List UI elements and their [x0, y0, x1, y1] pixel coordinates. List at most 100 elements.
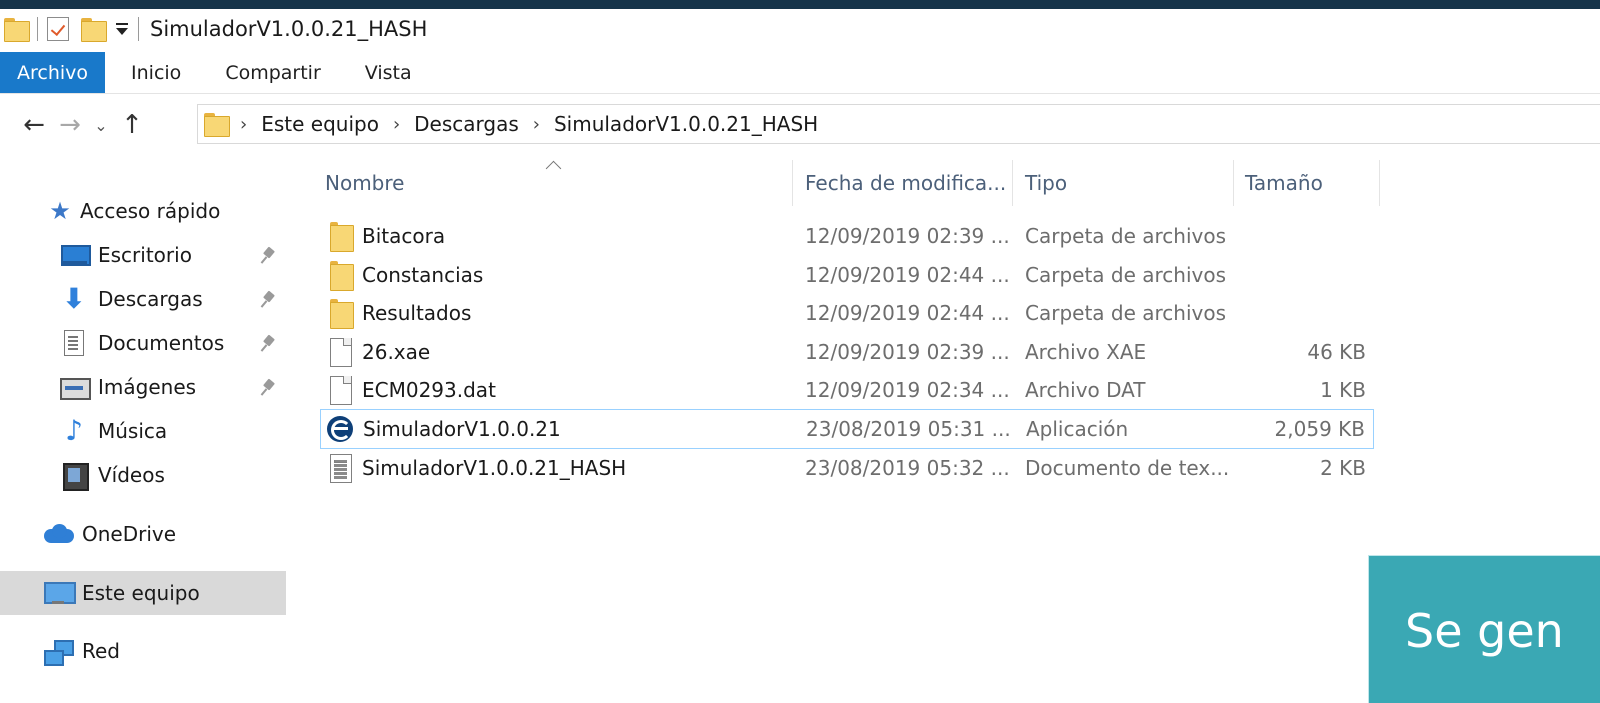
ribbon-tabs: Archivo Inicio Compartir Vista — [0, 52, 1600, 94]
file-type: Carpeta de archivos — [1025, 301, 1227, 325]
film-icon — [60, 462, 89, 491]
sidebar-item-label: Documentos — [98, 331, 225, 355]
file-size: 2,059 KB — [1274, 417, 1365, 441]
file-name: ECM0293.dat — [362, 378, 496, 402]
network-icon — [44, 638, 74, 666]
navigation-row: ← → ⌄ ↑ › Este equipo › Descargas › Simu… — [0, 104, 1600, 146]
column-divider[interactable] — [1379, 160, 1380, 206]
pin-icon[interactable] — [260, 335, 278, 353]
navigation-pane: ★ Acceso rápido Escritorio ⬇ Descargas D… — [0, 160, 292, 703]
file-date: 12/09/2019 02:34 ... — [805, 378, 1010, 402]
file-date: 12/09/2019 02:44 ... — [805, 263, 1010, 287]
sidebar-item-label: Descargas — [98, 287, 203, 311]
download-arrow-icon: ⬇ — [62, 282, 86, 315]
file-date: 12/09/2019 02:39 ... — [805, 340, 1010, 364]
up-arrow-icon[interactable]: ↑ — [114, 105, 150, 145]
file-name: Bitacora — [362, 224, 446, 248]
file-date: 12/09/2019 02:39 ... — [805, 224, 1010, 248]
tab-archivo[interactable]: Archivo — [0, 52, 106, 93]
new-folder-icon[interactable] — [81, 18, 107, 42]
file-row[interactable]: Resultados 12/09/2019 02:44 ... Carpeta … — [322, 294, 1374, 332]
customize-toolbar-dropdown-icon[interactable] — [115, 22, 129, 36]
file-size: 46 KB — [1307, 340, 1366, 364]
breadcrumb-current-folder[interactable]: SimuladorV1.0.0.21_HASH — [554, 112, 818, 136]
file-icon — [330, 376, 352, 405]
back-arrow-icon[interactable]: ← — [16, 105, 52, 145]
document-icon — [60, 330, 88, 356]
column-header-fecha[interactable]: Fecha de modifica... — [805, 160, 1006, 206]
file-name: Resultados — [362, 301, 472, 325]
sidebar-item-label: Vídeos — [98, 463, 165, 487]
chevron-right-icon[interactable]: › — [393, 114, 400, 135]
folder-icon — [330, 261, 354, 291]
sidebar-item-videos[interactable]: Vídeos — [60, 456, 165, 494]
title-bar: SimuladorV1.0.0.21_HASH — [0, 9, 1600, 49]
file-name: SimuladorV1.0.0.21_HASH — [362, 456, 627, 480]
file-row-selected[interactable]: SimuladorV1.0.0.21 23/08/2019 05:31 ... … — [320, 409, 1374, 449]
window-title: SimuladorV1.0.0.21_HASH — [150, 17, 428, 41]
file-row[interactable]: 26.xae 12/09/2019 02:39 ... Archivo XAE … — [322, 333, 1374, 371]
column-divider[interactable] — [1233, 160, 1234, 206]
breadcrumb-este-equipo[interactable]: Este equipo — [261, 112, 379, 136]
star-icon: ★ — [49, 197, 71, 225]
sidebar-item-label: Red — [82, 639, 120, 663]
sidebar-item-escritorio[interactable]: Escritorio — [60, 236, 192, 274]
column-divider[interactable] — [792, 160, 793, 206]
chevron-right-icon[interactable]: › — [533, 114, 540, 135]
sidebar-item-acceso-rapido[interactable]: ★ Acceso rápido — [46, 192, 220, 230]
forward-arrow-icon[interactable]: → — [52, 105, 88, 145]
sidebar-item-label: Imágenes — [98, 375, 197, 399]
file-type: Archivo DAT — [1025, 378, 1146, 402]
desktop-icon — [60, 242, 91, 268]
folder-icon[interactable] — [4, 18, 30, 42]
tab-compartir[interactable]: Compartir — [207, 52, 338, 93]
sidebar-item-red[interactable]: Red — [44, 632, 120, 670]
file-type: Archivo XAE — [1025, 340, 1147, 364]
chevron-right-icon[interactable]: › — [240, 114, 247, 135]
address-folder-icon — [204, 113, 230, 137]
toolbar-separator — [138, 17, 139, 41]
file-date: 12/09/2019 02:44 ... — [805, 301, 1010, 325]
pin-icon[interactable] — [260, 291, 278, 309]
sidebar-item-documentos[interactable]: Documentos — [60, 324, 224, 362]
window-top-strip — [0, 0, 1600, 9]
file-type: Carpeta de archivos — [1025, 263, 1227, 287]
folder-icon — [330, 299, 354, 329]
sidebar-item-musica[interactable]: ♪ Música — [60, 412, 167, 450]
file-row[interactable]: SimuladorV1.0.0.21_HASH 23/08/2019 05:32… — [322, 449, 1374, 487]
cloud-icon — [44, 521, 74, 547]
file-date: 23/08/2019 05:31 ... — [806, 417, 1011, 441]
column-divider[interactable] — [1012, 160, 1013, 206]
caption-overlay: Se gen — [1368, 555, 1600, 703]
file-row[interactable]: ECM0293.dat 12/09/2019 02:34 ... Archivo… — [322, 371, 1374, 409]
sidebar-item-este-equipo[interactable]: Este equipo — [44, 574, 200, 612]
recent-locations-chevron-icon[interactable]: ⌄ — [88, 105, 114, 145]
address-bar[interactable]: › Este equipo › Descargas › SimuladorV1.… — [197, 104, 1600, 144]
column-header-tamano[interactable]: Tamaño — [1245, 160, 1323, 206]
file-name: Constancias — [362, 263, 484, 287]
column-header-tipo[interactable]: Tipo — [1025, 160, 1067, 206]
caption-text: Se gen — [1405, 604, 1564, 658]
file-name: SimuladorV1.0.0.21 — [363, 417, 561, 441]
column-header-nombre[interactable]: Nombre — [325, 160, 404, 206]
pin-icon[interactable] — [260, 379, 278, 397]
tab-vista[interactable]: Vista — [339, 52, 438, 93]
sidebar-item-descargas[interactable]: ⬇ Descargas — [60, 280, 203, 318]
file-size: 2 KB — [1320, 456, 1366, 480]
text-file-icon — [330, 454, 352, 483]
pin-icon[interactable] — [260, 247, 278, 265]
file-row[interactable]: Constancias 12/09/2019 02:44 ... Carpeta… — [322, 256, 1374, 294]
file-row[interactable]: Bitacora 12/09/2019 02:39 ... Carpeta de… — [322, 217, 1374, 255]
file-type: Documento de tex... — [1025, 456, 1230, 480]
file-type: Carpeta de archivos — [1025, 224, 1227, 248]
breadcrumb-descargas[interactable]: Descargas — [414, 112, 519, 136]
file-icon — [330, 338, 352, 367]
sidebar-item-label: OneDrive — [82, 522, 177, 546]
sidebar-item-label: Este equipo — [82, 581, 200, 605]
toolbar-separator — [37, 17, 38, 41]
sidebar-item-imagenes[interactable]: Imágenes — [60, 368, 196, 406]
properties-icon[interactable] — [47, 17, 69, 41]
sidebar-item-label: Música — [98, 419, 168, 443]
sidebar-item-onedrive[interactable]: OneDrive — [44, 515, 176, 553]
tab-inicio[interactable]: Inicio — [105, 52, 207, 93]
